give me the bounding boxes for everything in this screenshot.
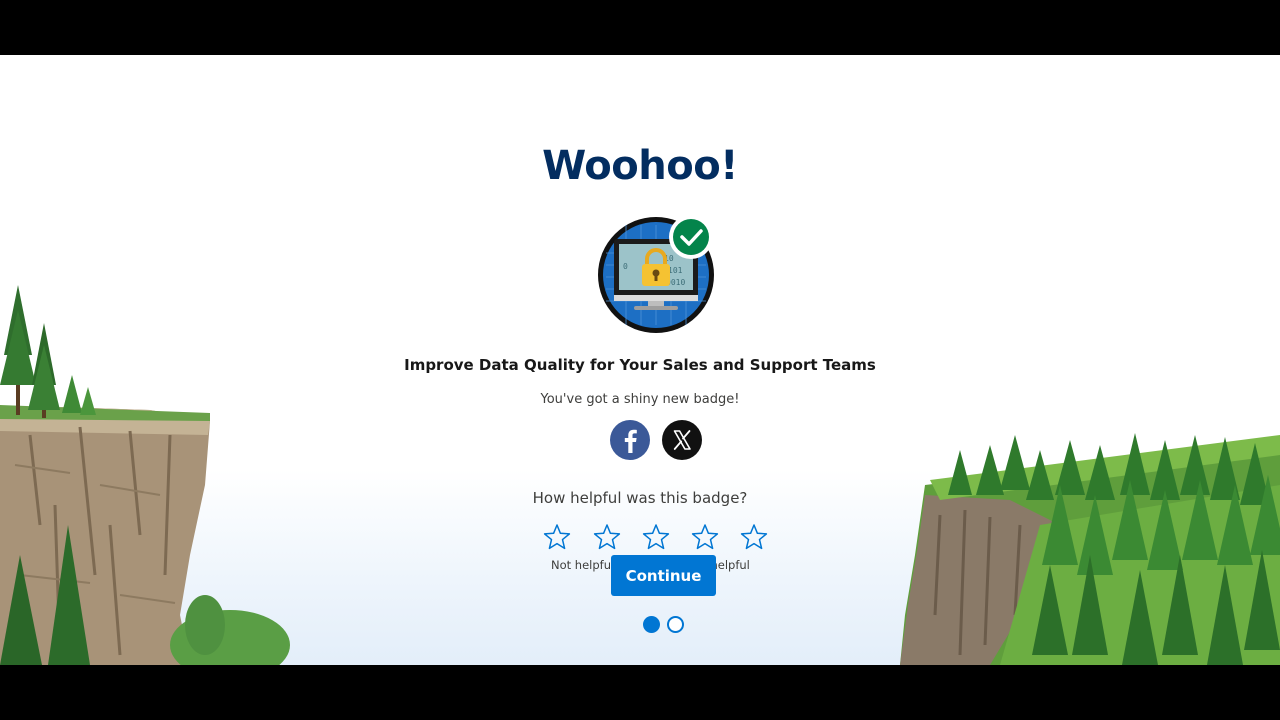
continue-button[interactable]: Continue	[611, 555, 716, 596]
svg-text:101: 101	[668, 266, 683, 275]
left-cliff	[0, 285, 290, 665]
share-x-button[interactable]	[662, 420, 702, 460]
x-icon	[673, 430, 691, 450]
rating-star-3[interactable]	[642, 523, 670, 551]
pagination-dot-1[interactable]	[643, 616, 660, 633]
badge-earned-message: You've got a shiny new badge!	[540, 392, 740, 407]
badge-image: 10 101 0010 0	[598, 215, 714, 333]
completion-screen: Woohoo! 10 101 0010 0 Improve Data Quali…	[0, 55, 1280, 665]
facebook-icon	[624, 429, 637, 453]
right-cliff	[900, 433, 1280, 665]
rating-question: How helpful was this badge?	[532, 489, 748, 507]
share-facebook-button[interactable]	[610, 420, 650, 460]
rating-star-1[interactable]	[543, 523, 571, 551]
page-title: Woohoo!	[542, 143, 738, 189]
rating-star-5[interactable]	[740, 523, 768, 551]
svg-text:0: 0	[623, 262, 628, 271]
rating-star-4[interactable]	[691, 523, 719, 551]
letterbox-top	[0, 0, 1280, 55]
badge-name: Improve Data Quality for Your Sales and …	[404, 356, 876, 374]
rating-low-label: Not helpful	[551, 558, 615, 572]
pagination-dot-2[interactable]	[667, 616, 684, 633]
letterbox-bottom	[0, 665, 1280, 720]
rating-star-2[interactable]	[593, 523, 621, 551]
